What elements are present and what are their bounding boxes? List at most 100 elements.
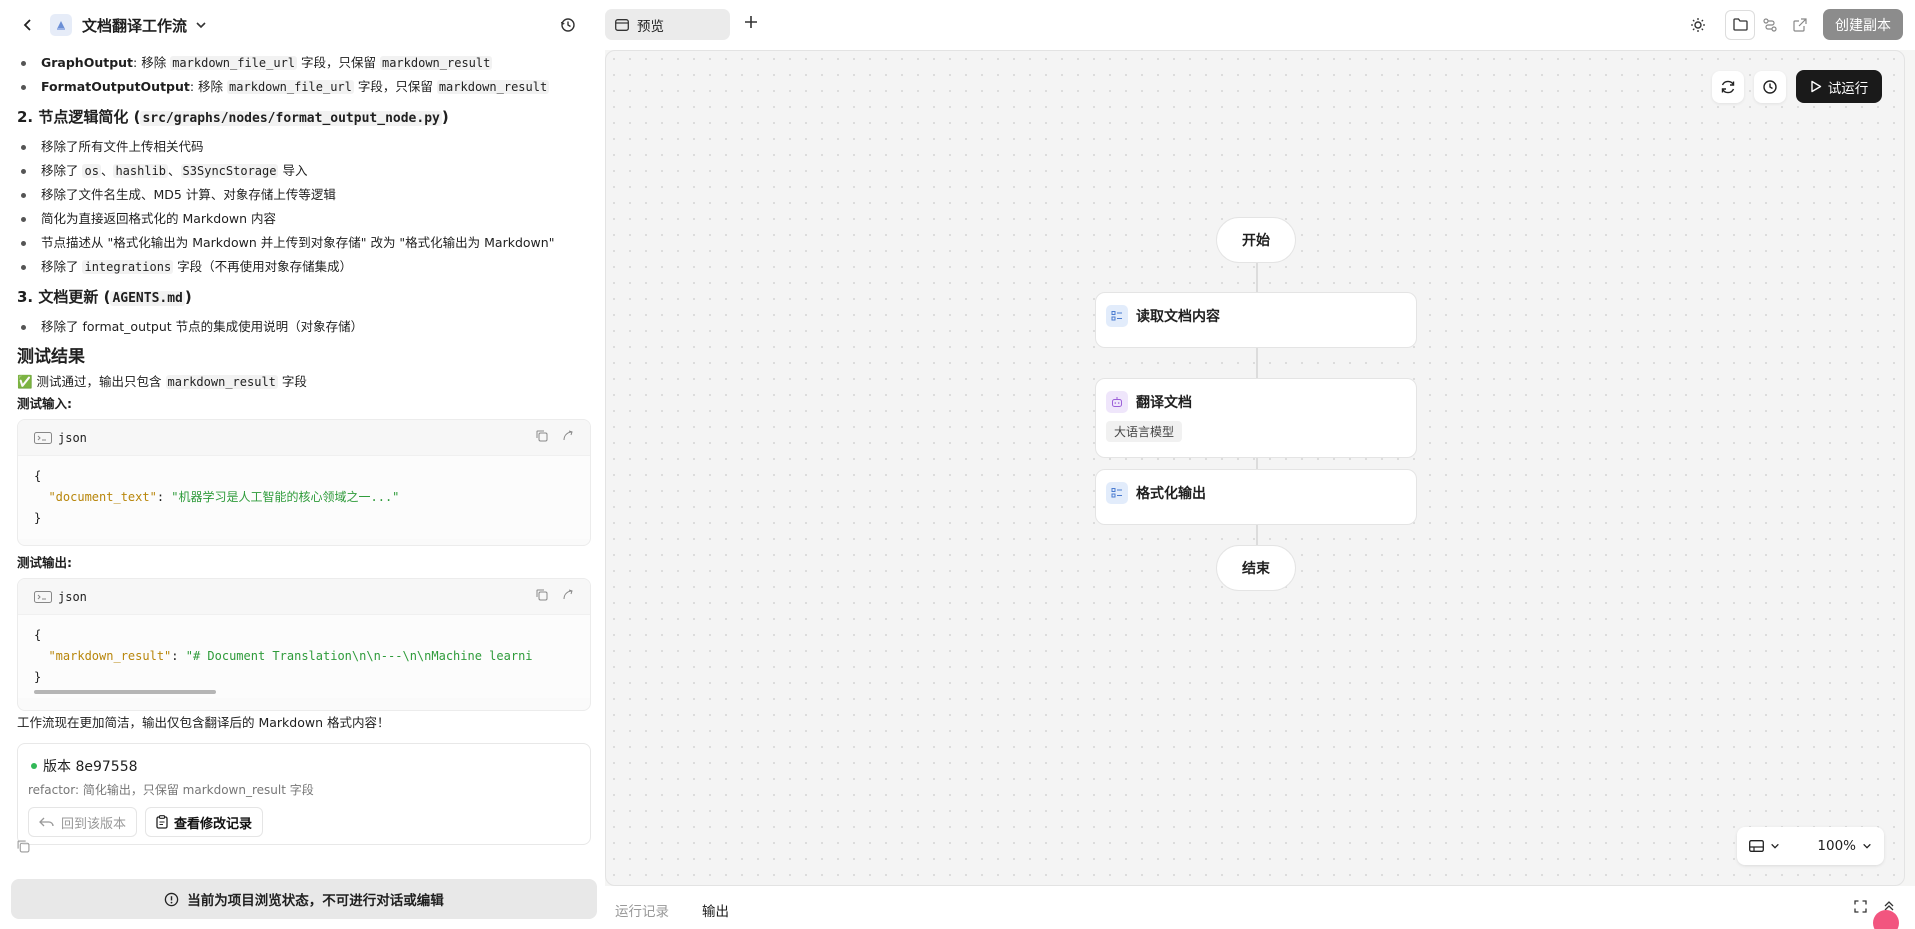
zoom-control: 100% <box>1737 827 1884 865</box>
test-run-button[interactable]: 试运行 <box>1796 70 1882 103</box>
copy-code-button[interactable] <box>536 589 548 605</box>
start-node[interactable]: 开始 <box>1216 217 1296 263</box>
node-label: 开始 <box>1242 233 1270 249</box>
list-item: FormatOutputOutput: 移除 markdown_file_url… <box>17 75 591 99</box>
revert-version-button[interactable]: 回到该版本 <box>28 807 138 837</box>
result-heading: 测试结果 <box>17 347 85 367</box>
code-language: json <box>58 589 87 604</box>
bottom-panel-bar: 运行记录 输出 <box>605 886 1915 929</box>
tab-run-log[interactable]: 运行记录 <box>615 900 669 920</box>
edge <box>1256 263 1258 293</box>
wrap-icon <box>563 430 573 440</box>
section-heading: 3. 文档更新 (AGENTS.md) <box>17 285 591 311</box>
list-item: 移除了 os、 hashlib、 S3SyncStorage 导入 <box>17 159 591 183</box>
item-text: 字段，只保留 <box>353 79 437 94</box>
version-status-dot <box>31 763 37 769</box>
tab-preview[interactable]: 预览 <box>605 9 730 40</box>
section-heading: 2. 节点逻辑简化 (src/graphs/nodes/format_outpu… <box>17 105 591 131</box>
item-text: 、 <box>168 163 181 178</box>
workflow-node-translate[interactable]: 翻译文档 大语言模型 <box>1095 378 1417 458</box>
item-bold: GraphOutput <box>41 55 134 70</box>
node-label: 翻译文档 <box>1136 395 1192 411</box>
summary-text: 工作流现在更加简洁，输出仅包含翻译后的 Markdown 格式内容！ <box>17 715 390 730</box>
theme-toggle-button[interactable] <box>1683 10 1713 40</box>
run-label: 试运行 <box>1827 80 1869 97</box>
tab-output[interactable]: 输出 <box>702 900 729 920</box>
chevron-down-icon <box>1863 843 1871 849</box>
project-menu-toggle[interactable] <box>195 19 207 31</box>
wrap-icon <box>563 589 573 599</box>
view-changes-button[interactable]: 查看修改记录 <box>145 807 264 837</box>
fullscreen-button[interactable] <box>1854 900 1867 917</box>
item-text: 测试通过，输出只包含 <box>32 374 166 389</box>
inline-code: hashlib <box>113 164 169 178</box>
item-text: : 移除 <box>133 55 171 70</box>
item-text: 移除了所有文件上传相关代码 <box>41 139 204 154</box>
files-button[interactable] <box>1725 9 1755 40</box>
inline-code: markdown_file_url <box>170 56 298 70</box>
copy-icon <box>17 840 30 853</box>
undo-icon <box>39 817 54 827</box>
item-text: 字段（不再使用对象存储集成） <box>173 259 353 274</box>
inline-code: integrations <box>82 260 174 274</box>
chevron-down-icon <box>196 22 206 29</box>
refresh-button[interactable] <box>1712 70 1744 103</box>
assistant-avatar[interactable] <box>1873 910 1899 929</box>
inline-code: markdown_result <box>165 375 278 389</box>
zoom-dropdown[interactable]: 100% <box>1817 838 1872 854</box>
code-language: json <box>58 430 87 445</box>
item-text: 、 <box>100 163 114 178</box>
workflow-button[interactable] <box>1755 10 1785 40</box>
workflow-icon <box>1763 17 1777 32</box>
history-button[interactable] <box>557 14 579 36</box>
wrap-code-button[interactable] <box>562 430 574 446</box>
chevron-left-icon <box>23 19 31 31</box>
copy-message-button[interactable] <box>17 840 30 857</box>
node-label: 读取文档内容 <box>1136 309 1220 325</box>
test-input-label: 测试输入: <box>17 396 72 411</box>
docs-changes-list: 移除了 format_output 节点的集成使用说明（对象存储） <box>17 315 591 339</box>
workflow-node-read-document[interactable]: 读取文档内容 <box>1095 292 1417 348</box>
terminal-icon <box>34 431 52 444</box>
heading-text: 3. 文档更新 ( <box>17 288 111 306</box>
inline-code: markdown_result <box>379 56 493 70</box>
info-icon <box>165 892 179 906</box>
status-text: 当前为项目浏览状态，不可进行对话或编辑 <box>187 893 444 909</box>
back-button[interactable] <box>16 13 40 37</box>
run-history-button[interactable] <box>1754 70 1786 103</box>
terminal-icon <box>34 590 52 603</box>
create-copy-button[interactable]: 创建副本 <box>1823 9 1903 40</box>
end-node[interactable]: 结束 <box>1216 545 1296 591</box>
node-tag: 大语言模型 <box>1106 421 1183 442</box>
fullscreen-icon <box>1854 900 1867 913</box>
heading-text: ) <box>184 288 192 306</box>
wrap-code-button[interactable] <box>562 589 574 605</box>
list-icon <box>1106 305 1128 327</box>
code-text: : <box>171 649 186 663</box>
version-message: refactor: 简化输出，只保留 markdown_result 字段 <box>28 783 314 797</box>
document-icon <box>57 21 65 30</box>
revert-label: 回到该版本 <box>61 816 127 832</box>
project-title[interactable]: 文档翻译工作流 <box>82 15 187 36</box>
layout-toggle[interactable] <box>1749 840 1780 852</box>
code-block-header: json <box>18 420 590 456</box>
heading-text: 2. 节点逻辑简化 ( <box>17 108 141 126</box>
workflow-node-format-output[interactable]: 格式化输出 <box>1095 469 1417 525</box>
item-bold: FormatOutputOutput <box>41 79 190 94</box>
version-card: 版本 8e97558 refactor: 简化输出，只保留 markdown_r… <box>17 743 591 845</box>
chevron-down-icon <box>1771 843 1779 849</box>
open-external-button[interactable] <box>1785 10 1815 40</box>
plus-icon <box>745 16 757 28</box>
version-title-row: 版本 8e97558 <box>28 756 580 776</box>
horizontal-scrollbar[interactable] <box>34 690 216 694</box>
list-item: 移除了 format_output 节点的集成使用说明（对象存储） <box>17 315 591 339</box>
code-text: : <box>156 490 172 504</box>
item-text: 字段 <box>277 374 307 389</box>
copy-code-button[interactable] <box>536 430 548 446</box>
node-label: 格式化输出 <box>1136 486 1206 502</box>
tab-label: 预览 <box>637 18 664 35</box>
workflow-canvas[interactable]: 试运行 开始 读取文档内容 翻译文档 大语言模型 格式化输出 结束 100% <box>605 50 1905 886</box>
project-logo <box>50 14 72 36</box>
list-item: 简化为直接返回格式化的 Markdown 内容 <box>17 207 591 231</box>
add-tab-button[interactable] <box>743 14 759 34</box>
